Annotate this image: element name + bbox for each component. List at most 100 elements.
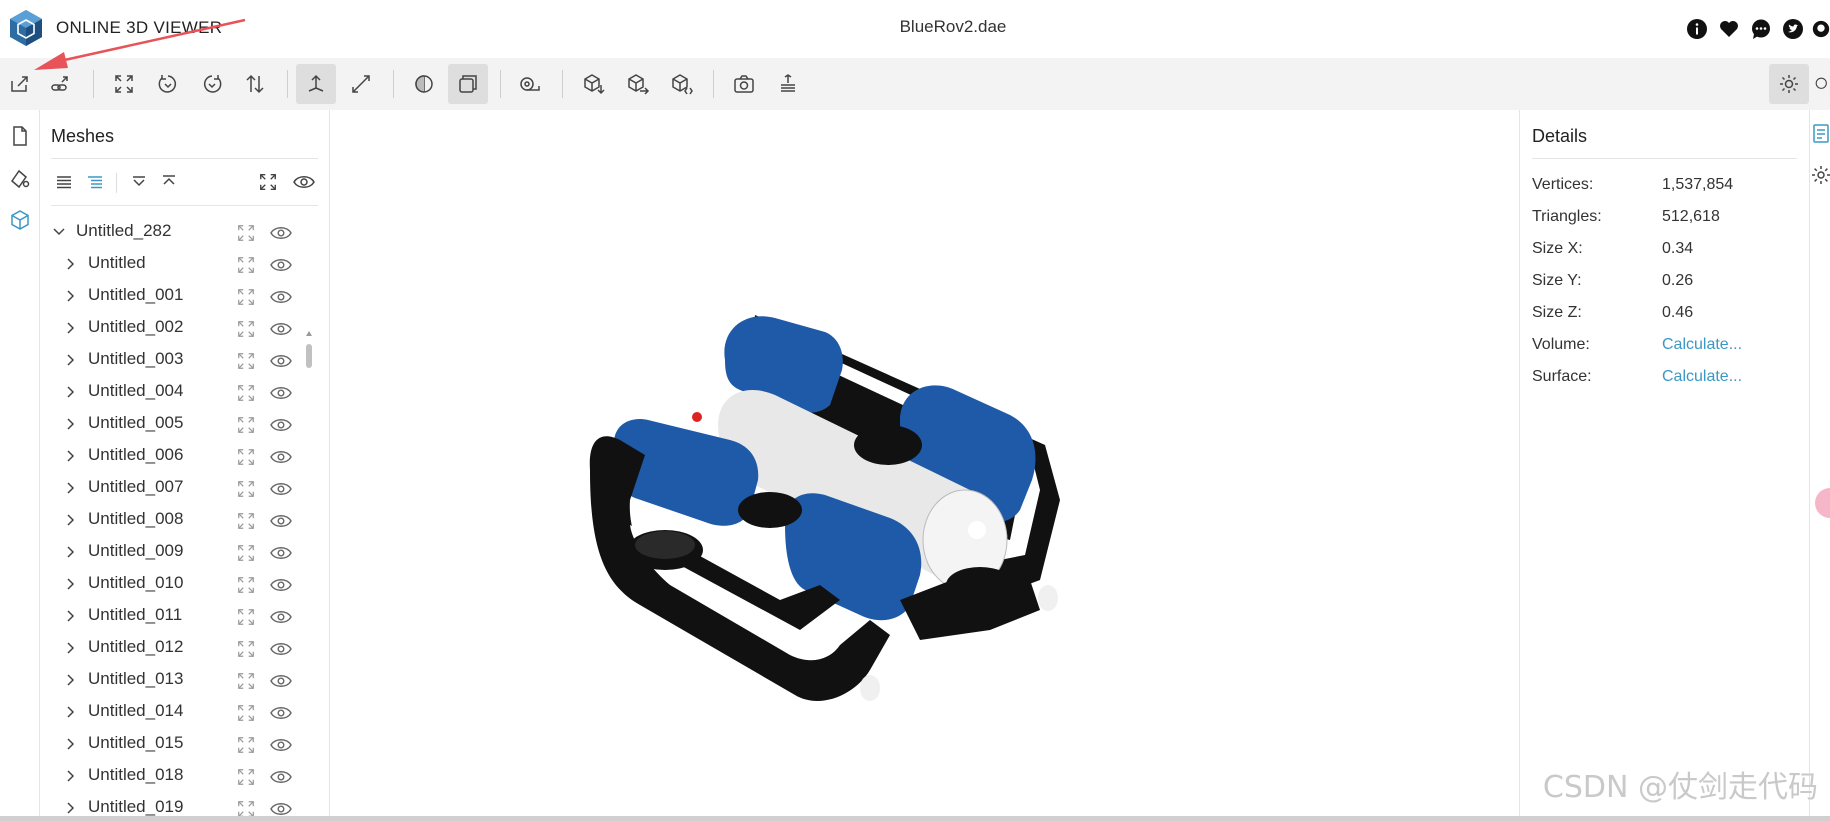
chevron-right-icon[interactable]: [63, 448, 79, 464]
tree-row[interactable]: Untitled_001: [51, 280, 321, 312]
tree-row[interactable]: Untitled_013: [51, 664, 321, 696]
comment-icon[interactable]: [1748, 16, 1774, 42]
3d-viewport[interactable]: [330, 110, 1519, 821]
eye-icon[interactable]: [270, 543, 292, 563]
tree-row[interactable]: Untitled_018: [51, 760, 321, 792]
materials-tab[interactable]: [4, 162, 36, 194]
tree-row[interactable]: Untitled_014: [51, 696, 321, 728]
fit-icon[interactable]: [236, 383, 256, 403]
fit-icon[interactable]: [236, 767, 256, 787]
chevron-right-icon[interactable]: [63, 704, 79, 720]
eye-icon[interactable]: [270, 447, 292, 467]
fit-icon[interactable]: [236, 287, 256, 307]
fit-icon[interactable]: [236, 255, 256, 275]
tree-row[interactable]: Untitled: [51, 248, 321, 280]
fit-icon[interactable]: [236, 479, 256, 499]
fit-icon[interactable]: [236, 639, 256, 659]
chevron-right-icon[interactable]: [63, 544, 79, 560]
tree-row[interactable]: Untitled_004: [51, 376, 321, 408]
free-orbit-button[interactable]: [341, 64, 381, 104]
export-right-button[interactable]: [618, 64, 658, 104]
fit-icon[interactable]: [236, 223, 256, 243]
chevron-right-icon[interactable]: [63, 384, 79, 400]
export-model-button[interactable]: [662, 64, 702, 104]
eye-icon[interactable]: [270, 575, 292, 595]
chevron-right-icon[interactable]: [63, 320, 79, 336]
tree-view-button[interactable]: [82, 169, 108, 195]
theme-toggle-button[interactable]: [1769, 64, 1809, 104]
eye-icon[interactable]: [270, 703, 292, 723]
shading-button[interactable]: [448, 64, 488, 104]
eye-icon[interactable]: [270, 607, 292, 627]
eye-icon[interactable]: [270, 511, 292, 531]
fit-to-window-button[interactable]: [104, 64, 144, 104]
github-icon[interactable]: [1812, 16, 1830, 42]
tree-scrollbar[interactable]: [306, 220, 312, 820]
rotate-left-button[interactable]: [148, 64, 188, 104]
chevron-right-icon[interactable]: [63, 256, 79, 272]
tree-row[interactable]: Untitled_006: [51, 440, 321, 472]
import-settings-button[interactable]: [768, 64, 808, 104]
details-tab[interactable]: [1810, 122, 1830, 146]
tree-row[interactable]: Untitled_012: [51, 632, 321, 664]
tree-row[interactable]: Untitled_015: [51, 728, 321, 760]
eye-icon[interactable]: [270, 383, 292, 403]
chevron-right-icon[interactable]: [63, 736, 79, 752]
eye-icon[interactable]: [270, 735, 292, 755]
tree-row[interactable]: Untitled_010: [51, 568, 321, 600]
eye-icon[interactable]: [270, 639, 292, 659]
eye-icon[interactable]: [270, 767, 292, 787]
fit-icon[interactable]: [236, 607, 256, 627]
chevron-right-icon[interactable]: [63, 576, 79, 592]
info-icon[interactable]: [1684, 16, 1710, 42]
fit-icon[interactable]: [236, 351, 256, 371]
chevron-right-icon[interactable]: [63, 608, 79, 624]
tree-row[interactable]: Untitled_003: [51, 344, 321, 376]
eye-icon[interactable]: [270, 255, 292, 275]
edges-button[interactable]: [404, 64, 444, 104]
chevron-right-icon[interactable]: [63, 768, 79, 784]
eye-icon[interactable]: [270, 319, 292, 339]
chevron-right-icon[interactable]: [63, 672, 79, 688]
expand-all-button[interactable]: [126, 169, 152, 195]
tree-row[interactable]: Untitled_005: [51, 408, 321, 440]
show-all-button[interactable]: [291, 169, 317, 195]
chevron-right-icon[interactable]: [63, 352, 79, 368]
open-file-button[interactable]: [0, 64, 40, 104]
twitter-icon[interactable]: [1780, 16, 1806, 42]
flat-list-button[interactable]: [51, 169, 77, 195]
tree-root-row[interactable]: Untitled_282: [51, 216, 321, 248]
chevron-right-icon[interactable]: [63, 640, 79, 656]
fit-icon[interactable]: [236, 575, 256, 595]
export-down-button[interactable]: [574, 64, 614, 104]
fit-icon[interactable]: [236, 511, 256, 531]
fit-icon[interactable]: [236, 671, 256, 691]
collapse-all-button[interactable]: [156, 169, 182, 195]
tree-row[interactable]: Untitled_002: [51, 312, 321, 344]
open-url-button[interactable]: [40, 64, 80, 104]
flip-up-button[interactable]: [235, 64, 275, 104]
tree-row[interactable]: Untitled_008: [51, 504, 321, 536]
search-button[interactable]: [1814, 64, 1830, 104]
snapshot-button[interactable]: [724, 64, 764, 104]
files-tab[interactable]: [4, 120, 36, 152]
tree-row[interactable]: Untitled_009: [51, 536, 321, 568]
eye-icon[interactable]: [270, 223, 292, 243]
chevron-right-icon[interactable]: [63, 416, 79, 432]
calculate-volume-link[interactable]: Calculate...: [1662, 336, 1742, 354]
heart-icon[interactable]: [1716, 16, 1742, 42]
calculate-surface-link[interactable]: Calculate...: [1662, 368, 1742, 386]
fit-icon[interactable]: [236, 735, 256, 755]
fit-icon[interactable]: [236, 415, 256, 435]
chevron-right-icon[interactable]: [63, 480, 79, 496]
fixed-up-vector-button[interactable]: [296, 64, 336, 104]
eye-icon[interactable]: [270, 287, 292, 307]
meshes-tab[interactable]: [4, 204, 36, 236]
chevron-right-icon[interactable]: [63, 800, 79, 816]
fit-icon[interactable]: [236, 703, 256, 723]
measure-button[interactable]: [510, 64, 550, 104]
eye-icon[interactable]: [270, 671, 292, 691]
fit-icon[interactable]: [236, 447, 256, 467]
fit-all-button[interactable]: [255, 169, 281, 195]
fit-icon[interactable]: [236, 543, 256, 563]
